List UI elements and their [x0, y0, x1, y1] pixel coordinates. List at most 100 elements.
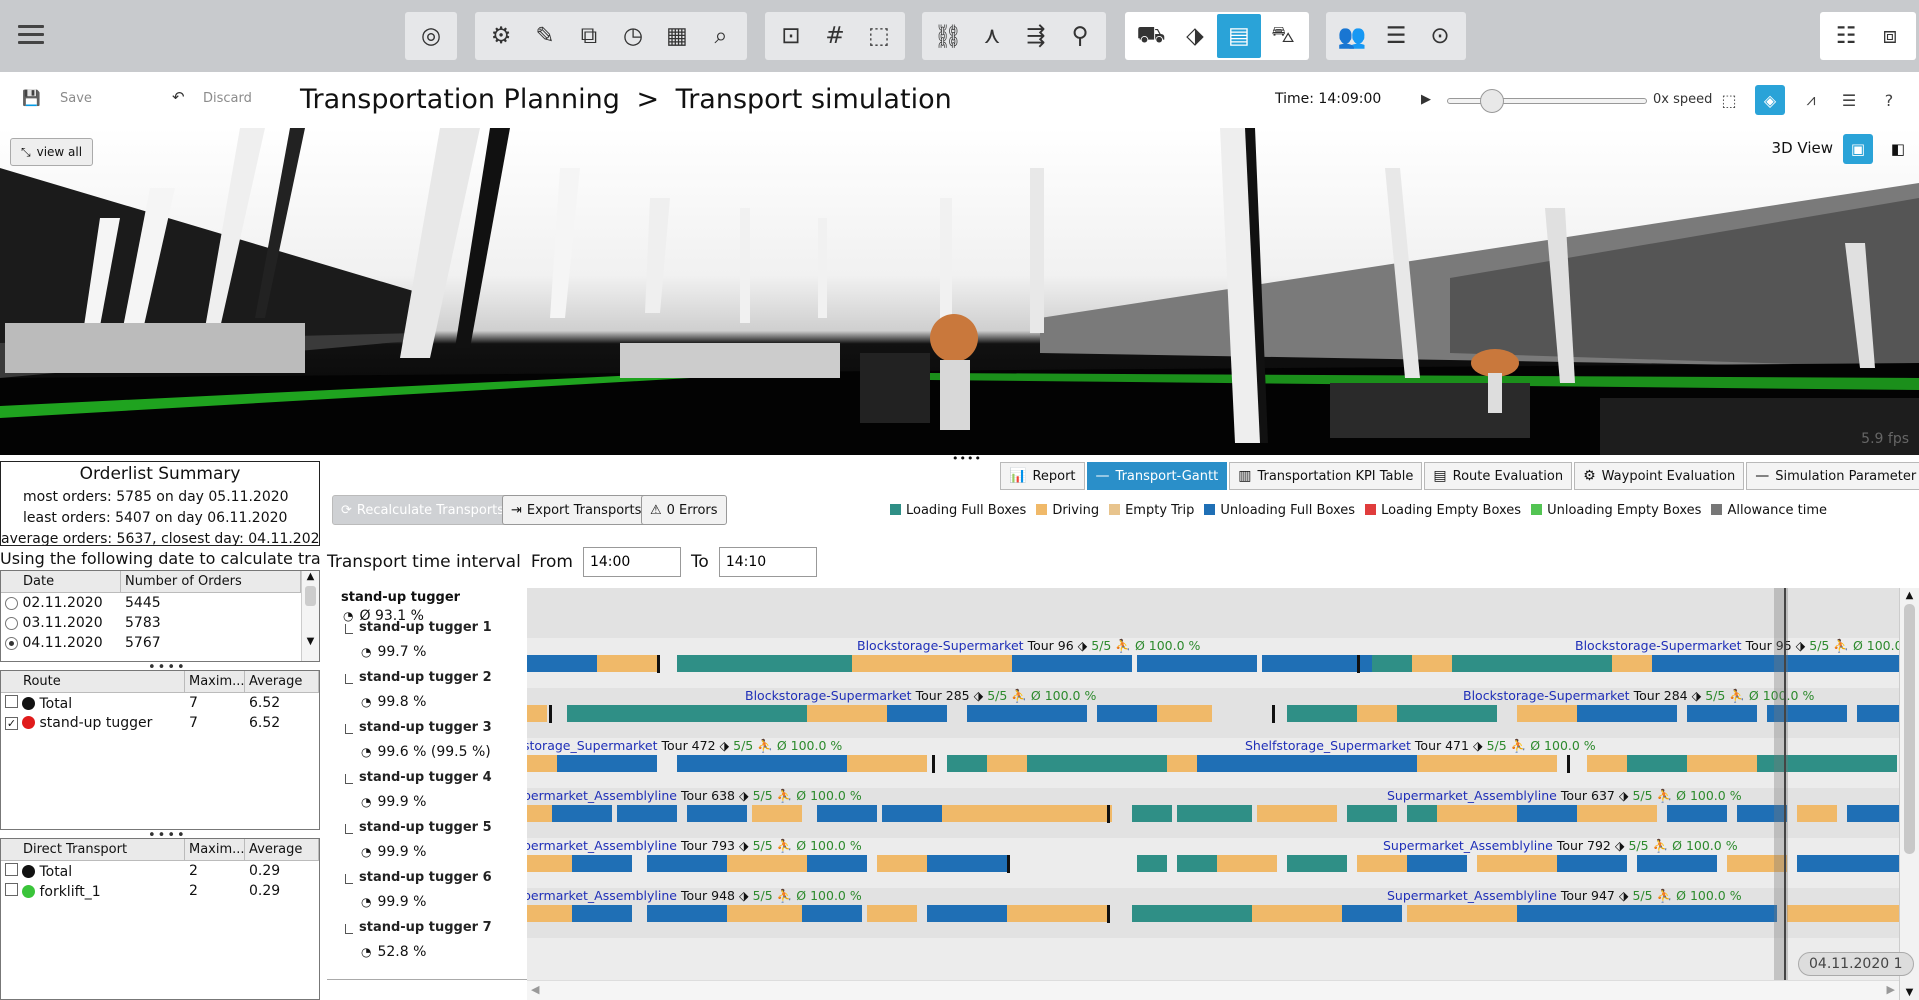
gantt-activity-bar[interactable]	[527, 805, 552, 822]
view-all-button[interactable]: ⤡ view all	[10, 138, 94, 166]
gantt-activity-bar[interactable]	[527, 705, 547, 722]
tab-transportation-kpi-table[interactable]: ▥ Transportation KPI Table	[1229, 462, 1423, 490]
gantt-activity-bar[interactable]	[1847, 805, 1899, 822]
hamburger-menu-icon[interactable]	[18, 22, 44, 48]
breadcrumb-parent[interactable]: Transportation Planning	[300, 84, 620, 115]
tour-boundary-marker[interactable]	[549, 705, 552, 723]
tugger-name[interactable]: stand-up tugger 5	[359, 820, 492, 835]
speed-slider[interactable]	[1447, 89, 1647, 113]
coins-stack-icon[interactable]: ☰	[1374, 14, 1418, 58]
export-transports-button[interactable]: ⇥ Export Transports	[502, 495, 651, 525]
link-gear-icon[interactable]: ⚲	[1058, 14, 1102, 58]
gantt-activity-bar[interactable]	[1357, 855, 1407, 872]
row-checkbox[interactable]	[5, 882, 18, 896]
scroll-down-icon[interactable]: ▼	[1900, 987, 1919, 998]
discard-icon[interactable]: ↶	[172, 88, 185, 106]
save-button[interactable]: Save	[60, 91, 92, 106]
gantt-activity-bar[interactable]	[887, 705, 947, 722]
table-row[interactable]: ✓ stand-up tugger 7 6.52	[1, 713, 319, 733]
gantt-activity-bar[interactable]	[882, 805, 942, 822]
gantt-activity-bar[interactable]	[947, 755, 987, 772]
tour-boundary-marker[interactable]	[1357, 655, 1360, 673]
gantt-activity-bar[interactable]	[1637, 855, 1717, 872]
area-corners-icon[interactable]: ⬚	[857, 14, 901, 58]
ruler-icon[interactable]: ✎	[523, 14, 567, 58]
gantt-activity-bar[interactable]	[987, 755, 1027, 772]
gantt-activity-bar[interactable]	[677, 655, 852, 672]
gantt-activity-bar[interactable]	[1597, 905, 1777, 922]
gantt-activity-bar[interactable]	[1397, 705, 1497, 722]
gantt-activity-bar[interactable]	[617, 805, 677, 822]
gantt-activity-bar[interactable]	[1217, 805, 1252, 822]
gantt-activity-bar[interactable]	[527, 905, 572, 922]
tour-label[interactable]: permarket_Assemblyline Tour 638 ⬗ 5/5 ⛹ …	[527, 788, 862, 804]
puzzle-icon[interactable]: ⚙	[479, 14, 523, 58]
speed-slider-thumb[interactable]	[1480, 89, 1504, 113]
sliders-icon[interactable]: ☷	[1824, 14, 1868, 58]
col-number-orders[interactable]: Number of Orders	[121, 571, 301, 592]
tugger-name[interactable]: stand-up tugger 6	[359, 870, 492, 885]
boxes-load-icon[interactable]: ⛟	[1129, 14, 1173, 58]
gantt-vertical-scrollbar[interactable]: ▲ ▼	[1899, 588, 1919, 1000]
tab-simulation-parameter[interactable]: — Simulation Parameter	[1746, 462, 1919, 490]
col-average[interactable]: Average	[245, 839, 319, 860]
gantt-activity-bar[interactable]	[1357, 755, 1417, 772]
gantt-activity-bar[interactable]	[877, 855, 927, 872]
tour-boundary-marker[interactable]	[1272, 705, 1275, 723]
gantt-activity-bar[interactable]	[802, 905, 862, 922]
gantt-activity-bar[interactable]	[527, 855, 572, 872]
gantt-activity-bar[interactable]	[1357, 705, 1397, 722]
gantt-activity-bar[interactable]	[1687, 705, 1757, 722]
gantt-activity-bar[interactable]	[1257, 805, 1337, 822]
gantt-activity-bar[interactable]	[1252, 905, 1342, 922]
help-icon[interactable]: ?	[1874, 85, 1904, 115]
gantt-activity-bar[interactable]	[1782, 655, 1899, 672]
gantt-activity-bar[interactable]	[572, 855, 632, 872]
gantt-activity-bar[interactable]	[967, 705, 1087, 722]
tugger-name[interactable]: stand-up tugger 7	[359, 920, 492, 935]
gantt-activity-bar[interactable]	[572, 905, 632, 922]
gantt-activity-bar[interactable]	[1157, 705, 1212, 722]
col-maximum[interactable]: Maxim...	[185, 839, 245, 860]
gantt-activity-bar[interactable]	[752, 805, 802, 822]
copy-shapes-icon[interactable]: ⧉	[567, 14, 611, 58]
people-icon[interactable]: 👥	[1330, 14, 1374, 58]
gantt-activity-bar[interactable]	[1577, 705, 1677, 722]
tour-boundary-marker[interactable]	[1007, 855, 1010, 873]
branch-node-icon[interactable]: ⋏	[970, 14, 1014, 58]
fit-frame-icon[interactable]: ⬚	[1714, 85, 1744, 115]
table-row[interactable]: Total 2 0.29	[1, 861, 319, 881]
tour-boundary-marker[interactable]	[1107, 905, 1110, 923]
gantt-activity-bar[interactable]	[1577, 805, 1657, 822]
target-rings-icon[interactable]: ◎	[409, 14, 453, 58]
gantt-activity-bar[interactable]	[727, 855, 807, 872]
gantt-group-name[interactable]: stand-up tugger	[341, 590, 460, 605]
gantt-activity-bar[interactable]	[1197, 755, 1357, 772]
gantt-activity-bar[interactable]	[852, 655, 1012, 672]
gantt-activity-bar[interactable]	[1287, 855, 1347, 872]
gantt-activity-bar[interactable]	[727, 905, 807, 922]
tour-boundary-marker[interactable]	[932, 755, 935, 773]
col-maximum[interactable]: Maxim...	[185, 671, 245, 692]
gantt-activity-bar[interactable]	[847, 755, 927, 772]
tour-label[interactable]: Blockstorage-Supermarket Tour 285 ⬗ 5/5 …	[745, 688, 1096, 704]
tugger-name[interactable]: stand-up tugger 1	[359, 620, 492, 635]
3d-viewport[interactable]: ⤡ view all 3D View ▣ ◧ 5.9 fps	[0, 128, 1919, 455]
gantt-activity-bar[interactable]	[1687, 755, 1757, 772]
gantt-activity-bar[interactable]	[1407, 905, 1517, 922]
errors-button[interactable]: ⚠ 0 Errors	[641, 495, 727, 525]
table-row[interactable]: forklift_1 2 0.29	[1, 881, 319, 901]
gantt-activity-bar[interactable]	[1407, 855, 1467, 872]
parts-grid-icon[interactable]: ▦	[655, 14, 699, 58]
gantt-activity-bar[interactable]	[687, 805, 747, 822]
gantt-activity-bar[interactable]	[647, 855, 727, 872]
gantt-activity-bar[interactable]	[1347, 805, 1397, 822]
gantt-activity-bar[interactable]	[1012, 655, 1132, 672]
box-unload-icon[interactable]: ⬗	[1173, 14, 1217, 58]
gantt-activity-bar[interactable]	[1517, 805, 1577, 822]
tugger-name[interactable]: stand-up tugger 3	[359, 720, 492, 735]
gantt-activity-bar[interactable]	[867, 905, 917, 922]
row-checkbox[interactable]	[5, 694, 18, 708]
gantt-activity-bar[interactable]	[557, 755, 657, 772]
tour-label[interactable]: Supermarket_Assemblyline Tour 637 ⬗ 5/5 …	[1387, 788, 1742, 804]
